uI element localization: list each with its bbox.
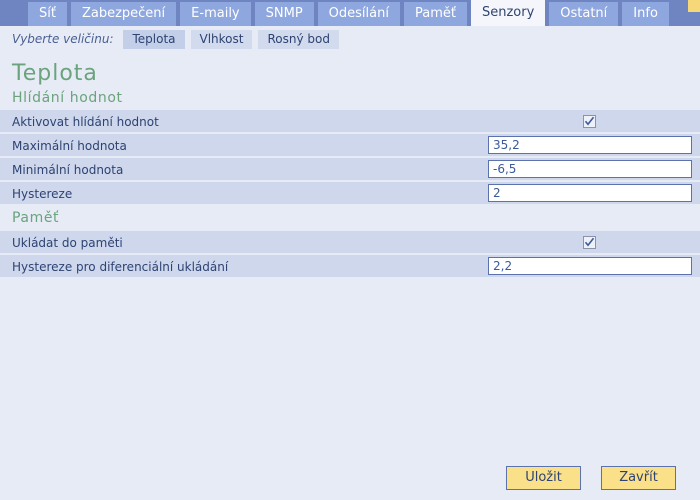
close-button[interactable]: Zavřít	[601, 466, 676, 490]
settings-row-label: Hystereze pro diferenciální ukládání	[12, 260, 229, 274]
quantity-selector-bar: Vyberte veličinu: Teplota Vlhkost Rosný bo…	[0, 26, 700, 52]
settings-row-label: Minimální hodnota	[12, 163, 124, 177]
main-tab-5[interactable]: Odesílání	[317, 2, 400, 26]
section-heading-2: Paměť	[0, 206, 700, 231]
section-heading-1: Hlídání hodnot	[12, 90, 123, 106]
settings-row-input[interactable]	[488, 136, 692, 154]
settings-row-input[interactable]	[488, 160, 692, 178]
main-tab-2[interactable]: Zabezpečení	[70, 2, 177, 26]
settings-row-label: Aktivovat hlídání hodnot	[12, 115, 159, 129]
settings-row: Minimální hodnota	[0, 158, 700, 182]
app-window: Síť Zabezpečení E-maily SNMP Odesílání Paměť S…	[0, 0, 700, 500]
settings-row-input[interactable]	[488, 184, 692, 202]
checkmark-icon	[584, 237, 595, 247]
settings-form: Hlídání hodnot Aktivovat hlídání hodnot Ma…	[0, 88, 700, 279]
quantity-tab-1[interactable]: Teplota	[123, 29, 185, 49]
settings-row-label: Maximální hodnota	[12, 139, 127, 153]
settings-row: Hystereze	[0, 182, 700, 206]
settings-row-label: Hystereze	[12, 187, 73, 201]
section-rows-1: Aktivovat hlídání hodnot Maximální hodnot…	[0, 110, 700, 206]
footer-actions: Uložit Zavřít	[0, 466, 700, 492]
settings-row-checkbox[interactable]	[583, 236, 596, 249]
quantity-selector-label: Vyberte veličinu:	[12, 32, 114, 46]
main-tab-9[interactable]: Info	[622, 2, 669, 26]
quantity-tab-3[interactable]: Rosný bod	[258, 29, 339, 49]
main-tab-7[interactable]: Senzory	[470, 0, 546, 26]
settings-row: Aktivovat hlídání hodnot	[0, 110, 700, 134]
main-tab-bar: Síť Zabezpečení E-maily SNMP Odesílání Paměť S…	[0, 0, 700, 26]
page-title: Teplota	[12, 61, 98, 86]
settings-row: Ukládat do paměti	[0, 231, 700, 255]
checkmark-icon	[584, 116, 595, 126]
settings-row: Maximální hodnota	[0, 134, 700, 158]
main-tab-6[interactable]: Paměť	[403, 2, 467, 26]
main-tab-3[interactable]: E-maily	[180, 2, 251, 26]
quantity-tab-2[interactable]: Vlhkost	[190, 29, 253, 49]
main-tab-1[interactable]: Síť	[28, 2, 67, 26]
main-tab-4[interactable]: SNMP	[254, 2, 314, 26]
settings-row-checkbox[interactable]	[583, 115, 596, 128]
settings-row: Hystereze pro diferenciální ukládání	[0, 255, 700, 279]
settings-row-input[interactable]	[488, 257, 692, 275]
corner-accent	[688, 0, 700, 12]
main-tab-8[interactable]: Ostatní	[549, 2, 619, 26]
save-button[interactable]: Uložit	[506, 466, 581, 490]
settings-row-label: Ukládat do paměti	[12, 236, 123, 250]
section-rows-2: Ukládat do paměti Hystereze pro diferenci…	[0, 231, 700, 279]
